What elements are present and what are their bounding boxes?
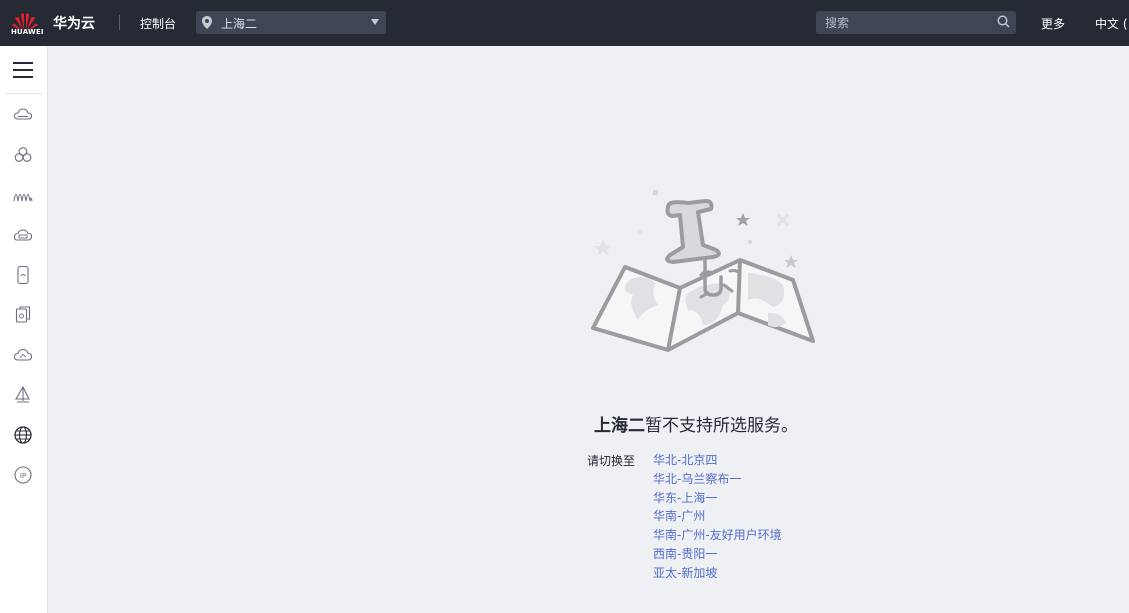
search-icon[interactable] (997, 15, 1010, 28)
svg-text:IP: IP (20, 472, 26, 480)
header-divider (119, 15, 120, 30)
cloud-icon[interactable] (13, 105, 33, 125)
waves-icon[interactable] (13, 185, 33, 205)
menu-icon[interactable] (13, 62, 33, 79)
logo-text: HUAWEI (11, 28, 44, 36)
region-link[interactable]: 亚太-新加坡 (653, 564, 782, 583)
mobile-icon[interactable] (13, 265, 33, 285)
more-menu[interactable]: 更多 (1041, 15, 1065, 32)
region-link[interactable]: 华南-广州-友好用户环境 (653, 526, 782, 545)
region-link-list: 华北-北京四 华北-乌兰察布一 华东-上海一 华南-广州 华南-广州-友好用户环… (653, 451, 782, 583)
region-selector-value: 上海二 (221, 17, 258, 31)
top-bar: HUAWEI 华为云 控制台 上海二 更多 中文 ( (0, 0, 1129, 46)
language-selector[interactable]: 中文 ( (1095, 15, 1128, 32)
switch-to-label: 请切换至 (587, 454, 636, 468)
region-link[interactable]: 华北-乌兰察布一 (653, 470, 782, 489)
message-region: 上海二 (594, 416, 645, 436)
documents-icon[interactable] (13, 305, 33, 325)
region-link[interactable]: 华东-上海一 (653, 489, 782, 508)
region-link[interactable]: 西南-贵阳一 (653, 545, 782, 564)
search-input[interactable] (816, 11, 1016, 34)
chevron-down-icon (371, 19, 379, 25)
region-link[interactable]: 华南-广州 (653, 507, 782, 526)
clover-icon[interactable] (13, 145, 33, 165)
cloud-sync-icon[interactable] (13, 345, 33, 365)
cloud-storage-icon[interactable] (13, 225, 33, 245)
region-link[interactable]: 华北-北京四 (653, 451, 782, 470)
ip-icon[interactable]: IP (13, 465, 33, 485)
sidebar-divider (6, 93, 42, 94)
brand-name[interactable]: 华为云 (53, 13, 95, 33)
globe-icon[interactable] (13, 425, 33, 445)
unsupported-service-message: 上海二暂不支持所选服务。 (594, 411, 798, 436)
region-selector[interactable]: 上海二 (196, 11, 386, 34)
map-pin-illustration (591, 189, 815, 352)
message-suffix: 暂不支持所选服务。 (645, 416, 798, 436)
sidebar: IP (0, 46, 48, 613)
sail-icon[interactable] (13, 385, 33, 405)
console-link[interactable]: 控制台 (140, 15, 176, 32)
location-pin-icon (202, 16, 212, 29)
